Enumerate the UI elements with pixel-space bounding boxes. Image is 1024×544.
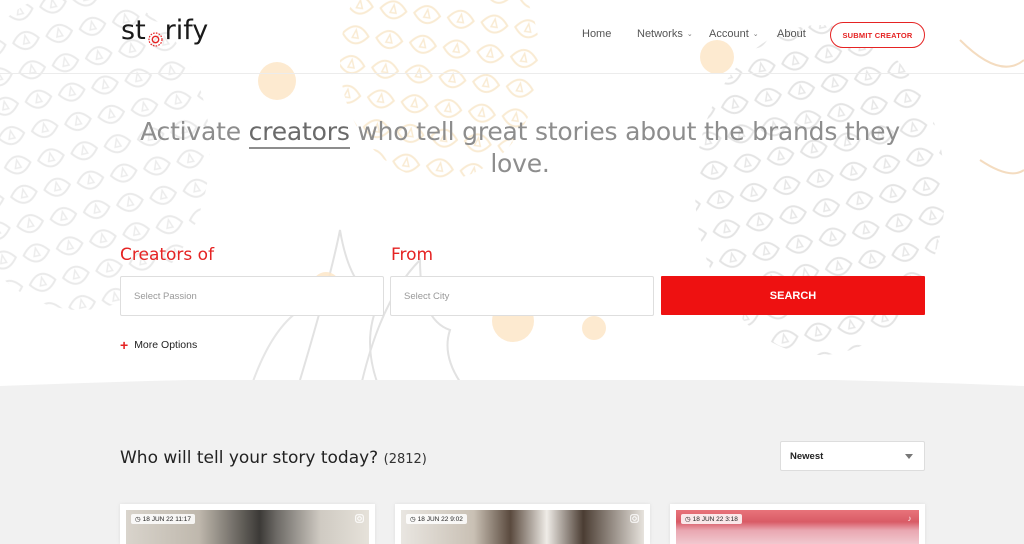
- more-options-label: More Options: [134, 339, 198, 351]
- logo-sun-icon: [147, 24, 164, 47]
- plus-icon: +: [120, 337, 129, 353]
- clock-icon: ◷: [135, 516, 141, 523]
- search-button[interactable]: SEARCH: [661, 276, 925, 315]
- post-date-text: 18 JUN 22 9:02: [417, 515, 463, 523]
- more-options-toggle[interactable]: + More Options: [120, 337, 198, 353]
- hero-title-end: who tell great stories about the brands …: [349, 117, 900, 178]
- post-date-text: 18 JUN 22 11:17: [142, 515, 191, 523]
- creator-card-image: ◷ 18 JUN 22 11:17: [126, 510, 369, 544]
- hero-title-start: Activate: [140, 117, 249, 146]
- chevron-down-icon: ⌄: [752, 31, 759, 38]
- chevron-down-icon: ⌄: [686, 31, 693, 38]
- creator-card-image: ◷ 18 JUN 22 9:02: [401, 510, 644, 544]
- sort-selected-value: Newest: [790, 450, 824, 462]
- post-date-text: 18 JUN 22 3:18: [692, 515, 738, 523]
- passion-placeholder: Select Passion: [134, 290, 197, 302]
- creator-card[interactable]: ◷ 18 JUN 22 3:18 ♪: [670, 504, 925, 544]
- listing-title-text: Who will tell your story today?: [120, 448, 379, 468]
- nav-item-label: Home: [582, 28, 612, 40]
- creators-of-label: Creators of: [120, 245, 215, 265]
- tiktok-icon: ♪: [907, 514, 912, 523]
- clock-icon: ◷: [685, 516, 691, 523]
- instagram-icon: [355, 514, 364, 523]
- post-date: ◷ 18 JUN 22 9:02: [406, 514, 467, 524]
- nav-item-networks[interactable]: Networks ⌄: [637, 28, 693, 40]
- instagram-icon: [630, 514, 639, 523]
- post-date: ◷ 18 JUN 22 11:17: [131, 514, 195, 524]
- nav-item-about[interactable]: About: [777, 28, 806, 40]
- nav-item-label: About: [777, 28, 806, 40]
- creator-card[interactable]: ◷ 18 JUN 22 9:02: [395, 504, 650, 544]
- logo-text-end: rify: [164, 15, 209, 46]
- city-placeholder: Select City: [404, 290, 450, 302]
- listing-title: Who will tell your story today? (2812): [120, 448, 427, 468]
- creator-card-image: ◷ 18 JUN 22 3:18 ♪: [676, 510, 919, 544]
- storify-logo[interactable]: st rify: [121, 15, 209, 47]
- hero-title-highlight: creators: [248, 117, 350, 149]
- city-select[interactable]: Select City: [390, 276, 654, 316]
- nav-item-label: Networks: [637, 28, 683, 40]
- post-date: ◷ 18 JUN 22 3:18: [681, 514, 742, 524]
- passion-select[interactable]: Select Passion: [120, 276, 384, 316]
- hero-title: Activate creators who tell great stories…: [120, 116, 920, 180]
- listing-count: (2812): [383, 452, 427, 467]
- site-header: st rify Home Networks ⌄ Account ⌄ About …: [0, 0, 1024, 74]
- creator-card[interactable]: ◷ 18 JUN 22 11:17: [120, 504, 375, 544]
- nav-item-label: Account: [709, 28, 749, 40]
- from-label: From: [391, 245, 434, 265]
- nav-item-account[interactable]: Account ⌄: [709, 28, 759, 40]
- submit-creator-button[interactable]: SUBMIT CREATOR: [830, 22, 925, 48]
- clock-icon: ◷: [410, 516, 416, 523]
- nav-item-home[interactable]: Home: [582, 28, 611, 40]
- caret-down-icon: [905, 454, 913, 459]
- logo-text-start: st: [121, 15, 146, 46]
- sort-select[interactable]: Newest: [780, 441, 925, 471]
